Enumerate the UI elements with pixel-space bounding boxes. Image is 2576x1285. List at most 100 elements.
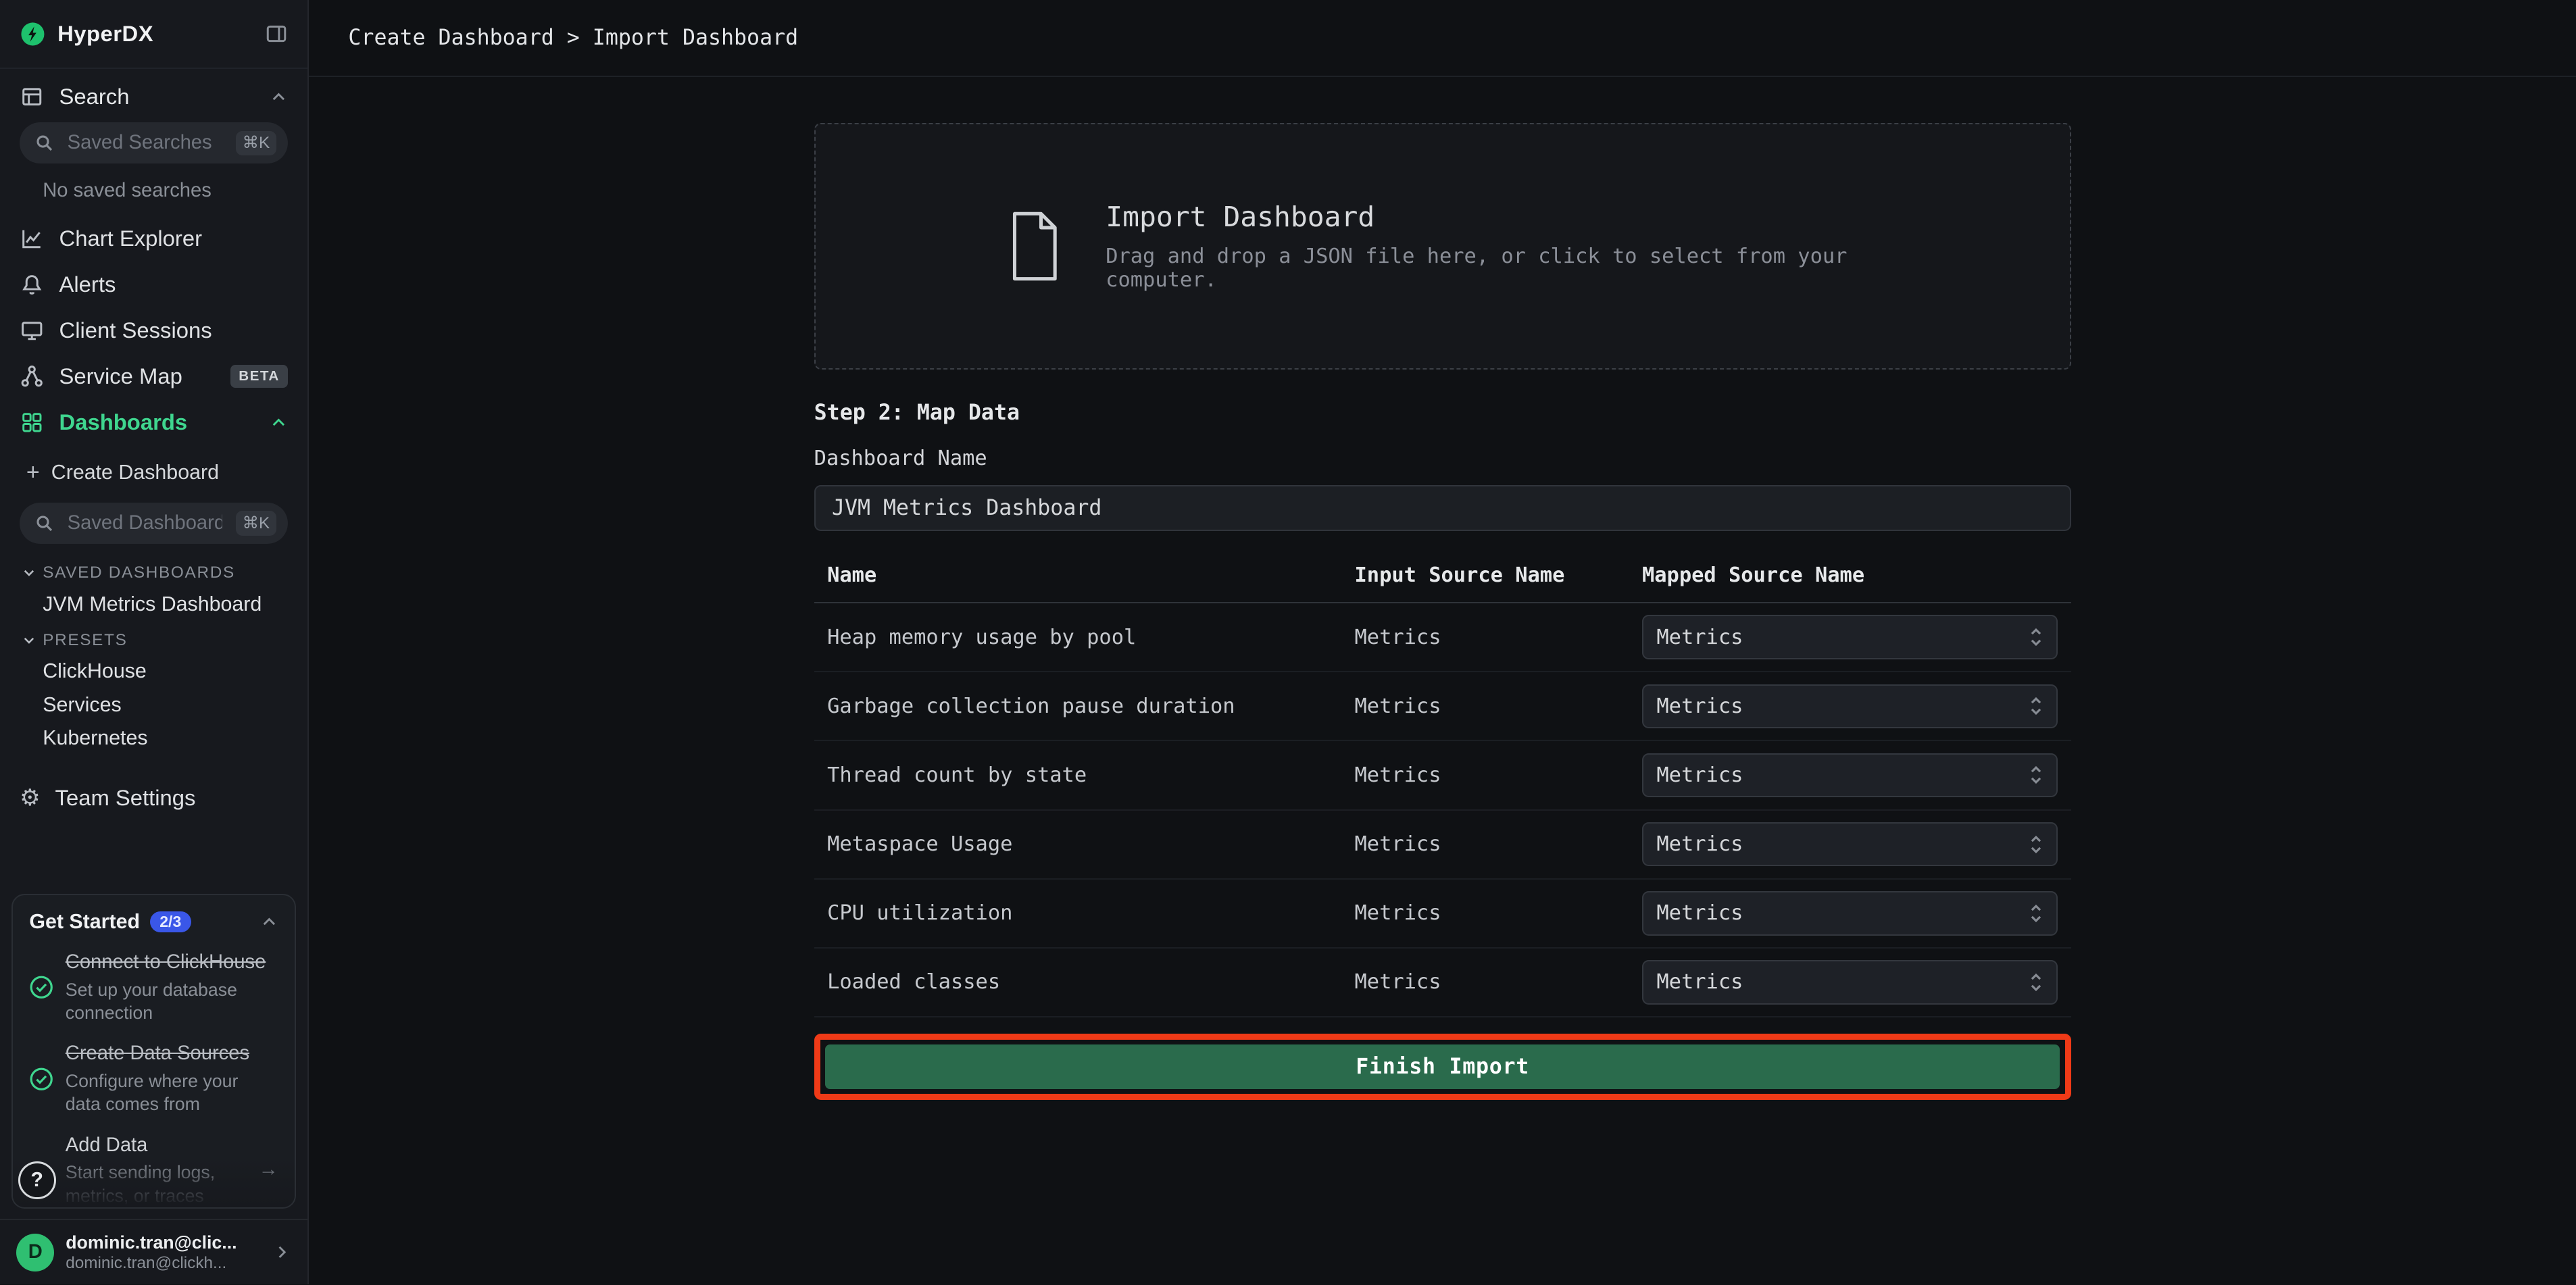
breadcrumb[interactable]: Create Dashboard > Import Dashboard [348,26,798,50]
create-dashboard-label: Create Dashboard [51,461,219,484]
chevron-up-icon [270,88,288,106]
chart-name-cell: Metaspace Usage [814,832,1341,856]
monitor-icon [20,318,44,343]
chart-name-cell: Garbage collection pause duration [814,695,1341,718]
user-menu[interactable]: D dominic.tran@clic... dominic.tran@clic… [0,1219,307,1284]
mapped-source-select[interactable]: Metrics [1642,822,2058,867]
select-value: Metrics [1656,626,1743,649]
chart-name-cell: CPU utilization [814,901,1341,925]
sidebar-collapse-icon[interactable] [265,22,288,45]
dropzone-title: Import Dashboard [1106,201,1878,233]
task-desc: Set up your database connection [66,978,278,1026]
sidebar-item-team-settings[interactable]: ⚙ Team Settings [0,775,307,821]
mapped-source-select[interactable]: Metrics [1642,684,2058,729]
dashboard-name-input[interactable] [814,485,2071,531]
plus-icon: + [26,461,40,484]
sidebar-item-dashboards[interactable]: Dashboards [0,399,307,445]
group-label-text: PRESETS [43,631,127,650]
table-row: Metaspace Usage Metrics Metrics [814,811,2071,880]
sidebar-item-client-sessions[interactable]: Client Sessions [0,307,307,353]
sidebar-item-chart-explorer[interactable]: Chart Explorer [0,216,307,261]
beta-badge: BETA [230,365,288,388]
select-value: Metrics [1656,901,1743,925]
table-row: Thread count by state Metrics Metrics [814,741,2071,810]
nav-label: Team Settings [55,785,196,811]
nav-label: Chart Explorer [59,226,203,251]
shortcut-badge: ⌘K [236,131,276,155]
input-source-cell: Metrics [1341,763,1629,787]
gear-icon: ⚙ [20,784,41,811]
chevron-right-icon [273,1243,291,1261]
task-title: Add Data [66,1133,247,1157]
task-desc: Configure where your data comes from [66,1069,278,1117]
shortcut-badge: ⌘K [236,511,276,535]
arrow-right-icon: → [259,1159,278,1181]
input-source-cell: Metrics [1341,626,1629,649]
get-started-card: Get Started 2/3 Connect to ClickHouse Se… [11,894,296,1209]
task-add-data[interactable]: Add Data Start sending logs, metrics, or… [29,1133,278,1208]
mapped-source-select[interactable]: Metrics [1642,753,2058,798]
main-panel: Create Dashboard > Import Dashboard Impo… [309,0,2576,1284]
mapped-source-select[interactable]: Metrics [1642,615,2058,659]
task-title: Create Data Sources [66,1041,278,1065]
mapping-table: Name Input Source Name Mapped Source Nam… [814,554,2071,1017]
sidebar-preset-kubernetes[interactable]: Kubernetes [0,722,307,755]
select-value: Metrics [1656,763,1743,787]
content-area: Import Dashboard Drag and drop a JSON fi… [309,77,2576,1284]
import-dropzone[interactable]: Import Dashboard Drag and drop a JSON fi… [814,123,2071,370]
column-header-input-source: Input Source Name [1355,563,1642,587]
finish-import-button[interactable]: Finish Import [825,1044,2060,1089]
mapped-source-cell: Metrics [1629,684,2071,729]
chevron-down-icon [22,565,36,580]
get-started-header[interactable]: Get Started 2/3 [29,910,278,934]
sidebar-item-service-map[interactable]: Service Map BETA [0,353,307,399]
mapped-source-cell: Metrics [1629,753,2071,798]
user-name: dominic.tran@clic... [66,1232,262,1253]
input-source-cell: Metrics [1341,970,1629,994]
task-create-data-sources[interactable]: Create Data Sources Configure where your… [29,1041,278,1116]
presets-group[interactable]: PRESETS [0,621,307,655]
file-icon [1007,210,1063,282]
sidebar-preset-clickhouse[interactable]: ClickHouse [0,655,307,688]
chevron-down-icon [22,633,36,648]
sidebar-item-alerts[interactable]: Alerts [0,261,307,307]
sidebar-preset-services[interactable]: Services [0,688,307,722]
sidebar: HyperDX Search ⌘K No saved searches [0,0,309,1284]
hyperdx-logo[interactable]: HyperDX [20,21,153,47]
get-started-title: Get Started [29,910,140,934]
sidebar-dashboard-jvm-metrics[interactable]: JVM Metrics Dashboard [0,588,307,622]
step-label: Step 2: Map Data [814,401,2071,425]
mapped-source-select[interactable]: Metrics [1642,960,2058,1005]
task-title: Connect to ClickHouse [66,950,278,974]
input-source-cell: Metrics [1341,695,1629,718]
create-dashboard-button[interactable]: + Create Dashboard [0,452,307,493]
mapped-source-select[interactable]: Metrics [1642,891,2058,936]
magnifier-icon [34,513,54,533]
annotation-highlight-box: Finish Import [814,1034,2071,1100]
logo-row: HyperDX [0,0,307,69]
nav-label: Alerts [59,272,116,297]
input-source-cell: Metrics [1341,901,1629,925]
saved-searches-input[interactable] [64,130,226,156]
mapped-source-cell: Metrics [1629,891,2071,936]
saved-dashboards-group[interactable]: SAVED DASHBOARDS [0,554,307,588]
updown-chevrons-icon [2029,763,2044,786]
magnifier-icon [34,133,54,153]
updown-chevrons-icon [2029,833,2044,856]
hyperdx-logo-icon [20,21,46,47]
saved-dashboards-searchbox: ⌘K [20,503,288,544]
saved-dashboards-input[interactable] [64,511,226,536]
search-section-label: Search [59,84,130,109]
task-connect-clickhouse[interactable]: Connect to ClickHouse Set up your databa… [29,950,278,1025]
nav-label: Client Sessions [59,318,212,343]
chart-name-cell: Thread count by state [814,763,1341,787]
chevron-up-icon [260,913,278,931]
task-desc: Start sending logs, metrics, or traces [66,1161,247,1208]
dropzone-subtitle: Drag and drop a JSON file here, or click… [1106,245,1878,292]
progress-badge: 2/3 [150,911,191,933]
sidebar-item-search[interactable]: Search [0,69,307,119]
user-email: dominic.tran@clickh... [66,1253,262,1273]
help-button[interactable]: ? [18,1161,56,1199]
mapped-source-cell: Metrics [1629,960,2071,1005]
nav-label: Service Map [59,363,182,389]
